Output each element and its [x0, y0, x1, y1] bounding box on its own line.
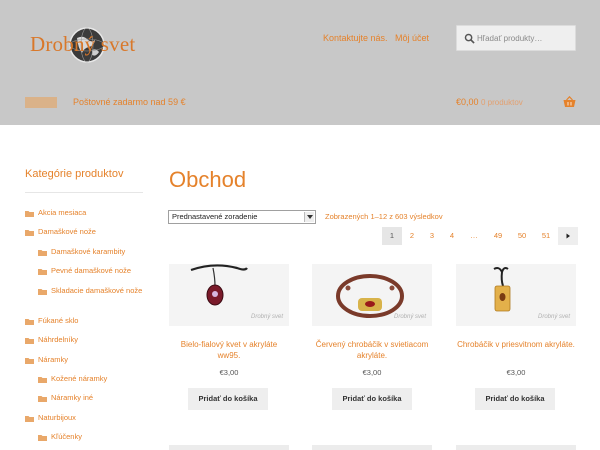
product-price: €3,00 — [506, 368, 526, 377]
folder-icon — [38, 435, 47, 441]
product-name[interactable]: Bielo-fialový kvet v akryláte ww95. — [169, 339, 289, 361]
search-icon — [464, 33, 475, 44]
search-input[interactable] — [477, 30, 573, 47]
sidebar-title: Kategórie produktov — [25, 168, 124, 180]
sort-select[interactable]: Prednastavené zoradenie — [168, 210, 316, 224]
folder-icon — [25, 338, 34, 344]
sidebar-item-label: Náramky — [38, 355, 69, 364]
folder-icon — [25, 230, 34, 236]
folder-icon — [38, 289, 47, 295]
page-title: Obchod — [169, 167, 247, 192]
sidebar-item-label: Skladacie damaškové nože — [51, 286, 143, 295]
product-name[interactable]: Červený chrobáčik v svietiacom akryláte. — [312, 339, 432, 361]
folder-icon — [25, 211, 34, 217]
folder-icon — [25, 416, 34, 422]
page-number[interactable]: 3 — [422, 227, 442, 245]
site-header: Drobný svet Kontaktujte nás. Môj účet Po… — [0, 0, 600, 125]
page-number[interactable]: 2 — [402, 227, 422, 245]
sidebar-item-label: Fúkané sklo — [38, 316, 79, 325]
site-logo[interactable]: Drobný svet — [26, 26, 144, 64]
image-watermark: Drobný svet — [250, 314, 283, 320]
add-to-cart-button[interactable]: Pridať do košíka — [475, 388, 555, 410]
product-image-partial[interactable] — [169, 445, 289, 450]
sidebar-divider — [25, 192, 143, 193]
product-image[interactable]: Drobný svet — [456, 264, 576, 326]
my-account-link[interactable]: Môj účet — [395, 33, 429, 43]
chevron-down-icon — [304, 212, 314, 222]
cart-count: 0 produktov — [481, 98, 523, 107]
sort-selected-value: Prednastavené zoradenie — [172, 212, 258, 221]
page-number[interactable]: 50 — [512, 227, 532, 245]
search-box — [456, 25, 576, 51]
sidebar-item-label: Pevné damaškové nože — [51, 266, 132, 275]
add-to-cart-button[interactable]: Pridať do košíka — [332, 388, 412, 410]
sidebar-item-label: Náramky iné — [51, 393, 94, 402]
folder-icon — [38, 396, 47, 402]
result-count: Zobrazených 1–12 z 603 výsledkov — [325, 212, 443, 221]
next-page-button[interactable] — [558, 227, 578, 245]
cart-total: €0,00 — [456, 97, 479, 107]
basket-icon — [563, 96, 576, 107]
product-name[interactable]: Chrobáčik v priesvitnom akryláte. — [456, 339, 576, 350]
folder-icon — [38, 250, 47, 256]
contact-link[interactable]: Kontaktujte nás. — [323, 33, 388, 43]
folder-icon — [25, 358, 34, 364]
sidebar-item-label: Kožené náramky — [51, 374, 108, 383]
product-image[interactable]: Drobný svet — [312, 264, 432, 326]
logo-text: Drobný svet — [30, 32, 136, 56]
sidebar-item-label: Damaškové karambity — [51, 247, 126, 256]
sidebar-item-label: Naturbijoux — [38, 413, 76, 422]
page-number[interactable]: 49 — [488, 227, 508, 245]
chevron-right-icon — [566, 233, 570, 239]
page-number[interactable]: 51 — [536, 227, 556, 245]
page-ellipsis: … — [470, 231, 478, 240]
sidebar-item-label: Náhrdelníky — [38, 335, 79, 344]
nav-item-active[interactable] — [25, 97, 57, 108]
product-price: €3,00 — [219, 368, 239, 377]
add-to-cart-button[interactable]: Pridať do košíka — [188, 388, 268, 410]
product-image-partial[interactable] — [456, 445, 576, 450]
product-image[interactable]: Drobný svet — [169, 264, 289, 326]
folder-icon — [38, 377, 47, 383]
free-shipping-link[interactable]: Poštovné zadarmo nad 59 € — [73, 97, 186, 107]
folder-icon — [25, 319, 34, 325]
image-watermark: Drobný svet — [393, 314, 426, 320]
page-number-current: 1 — [382, 227, 402, 245]
sidebar-item-label: Kľúčenky — [51, 432, 82, 441]
folder-icon — [38, 269, 47, 275]
sidebar-item-label: Akcia mesiaca — [38, 208, 87, 217]
page-number[interactable]: 4 — [442, 227, 462, 245]
sidebar-item-label: Damaškové nože — [38, 227, 96, 236]
image-watermark: Drobný svet — [537, 314, 570, 320]
product-image-partial[interactable] — [312, 445, 432, 450]
product-price: €3,00 — [362, 368, 382, 377]
